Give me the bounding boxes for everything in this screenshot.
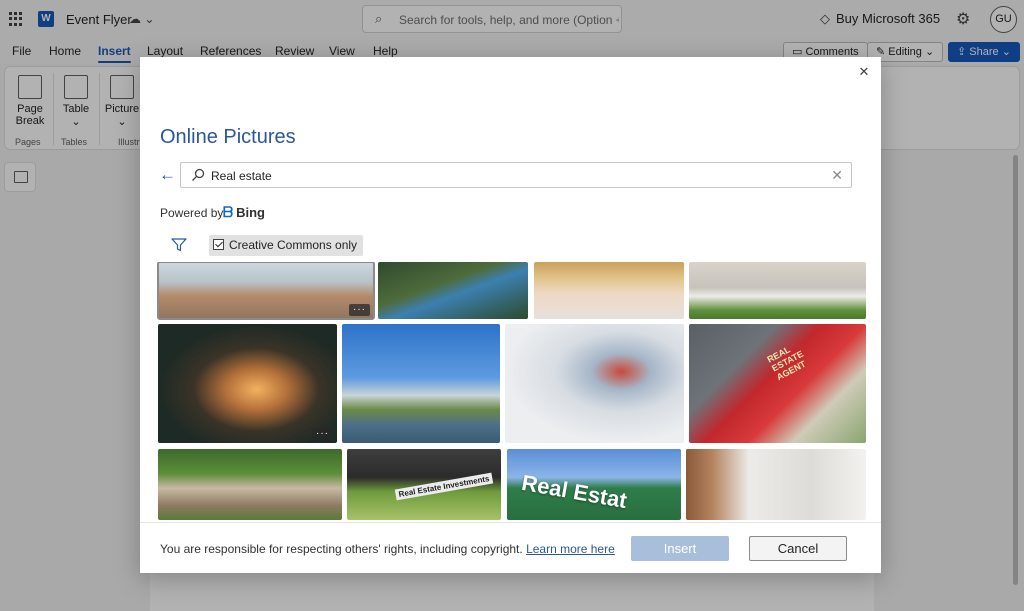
search-icon xyxy=(192,168,205,181)
clear-search-icon[interactable]: ✕ xyxy=(831,167,843,184)
image-result[interactable]: ··· xyxy=(157,262,375,320)
bing-icon: ᗷ xyxy=(223,204,234,220)
image-result[interactable] xyxy=(378,262,528,319)
checkbox-checked-icon xyxy=(213,239,224,250)
image-result[interactable]: Real Estate Investments xyxy=(347,449,501,520)
filter-icon[interactable] xyxy=(171,238,187,252)
powered-by-label: Powered by xyxy=(160,206,224,220)
image-result[interactable] xyxy=(689,262,866,319)
image-result[interactable]: Real Estat xyxy=(507,449,681,520)
learn-more-link[interactable]: Learn more here xyxy=(526,542,615,556)
image-results-grid[interactable]: ··· ··· REAL ESTATE AGENT Real Estate In… xyxy=(156,262,871,520)
online-pictures-dialog: ✕ Online Pictures ← ✕ Powered by ᗷBing C… xyxy=(140,57,881,573)
image-search-input[interactable] xyxy=(211,167,811,184)
image-search-box[interactable]: ✕ xyxy=(180,162,852,188)
creative-commons-checkbox[interactable]: Creative Commons only xyxy=(209,235,364,256)
back-arrow-icon[interactable]: ← xyxy=(159,165,176,185)
bing-logo: ᗷ Bing xyxy=(223,204,265,220)
image-result[interactable] xyxy=(686,449,866,520)
image-result[interactable] xyxy=(158,449,342,520)
image-result[interactable]: ··· xyxy=(158,324,337,443)
image-result[interactable]: REAL ESTATE AGENT xyxy=(689,324,866,443)
image-result[interactable] xyxy=(505,324,684,443)
image-result[interactable] xyxy=(534,262,684,319)
copyright-notice: You are responsible for respecting other… xyxy=(160,542,615,556)
close-icon[interactable]: ✕ xyxy=(855,63,873,81)
dialog-footer: You are responsible for respecting other… xyxy=(140,522,881,573)
dialog-title: Online Pictures xyxy=(160,126,296,148)
insert-button[interactable]: Insert xyxy=(631,536,729,561)
image-result[interactable] xyxy=(342,324,500,443)
cancel-button[interactable]: Cancel xyxy=(749,536,847,561)
